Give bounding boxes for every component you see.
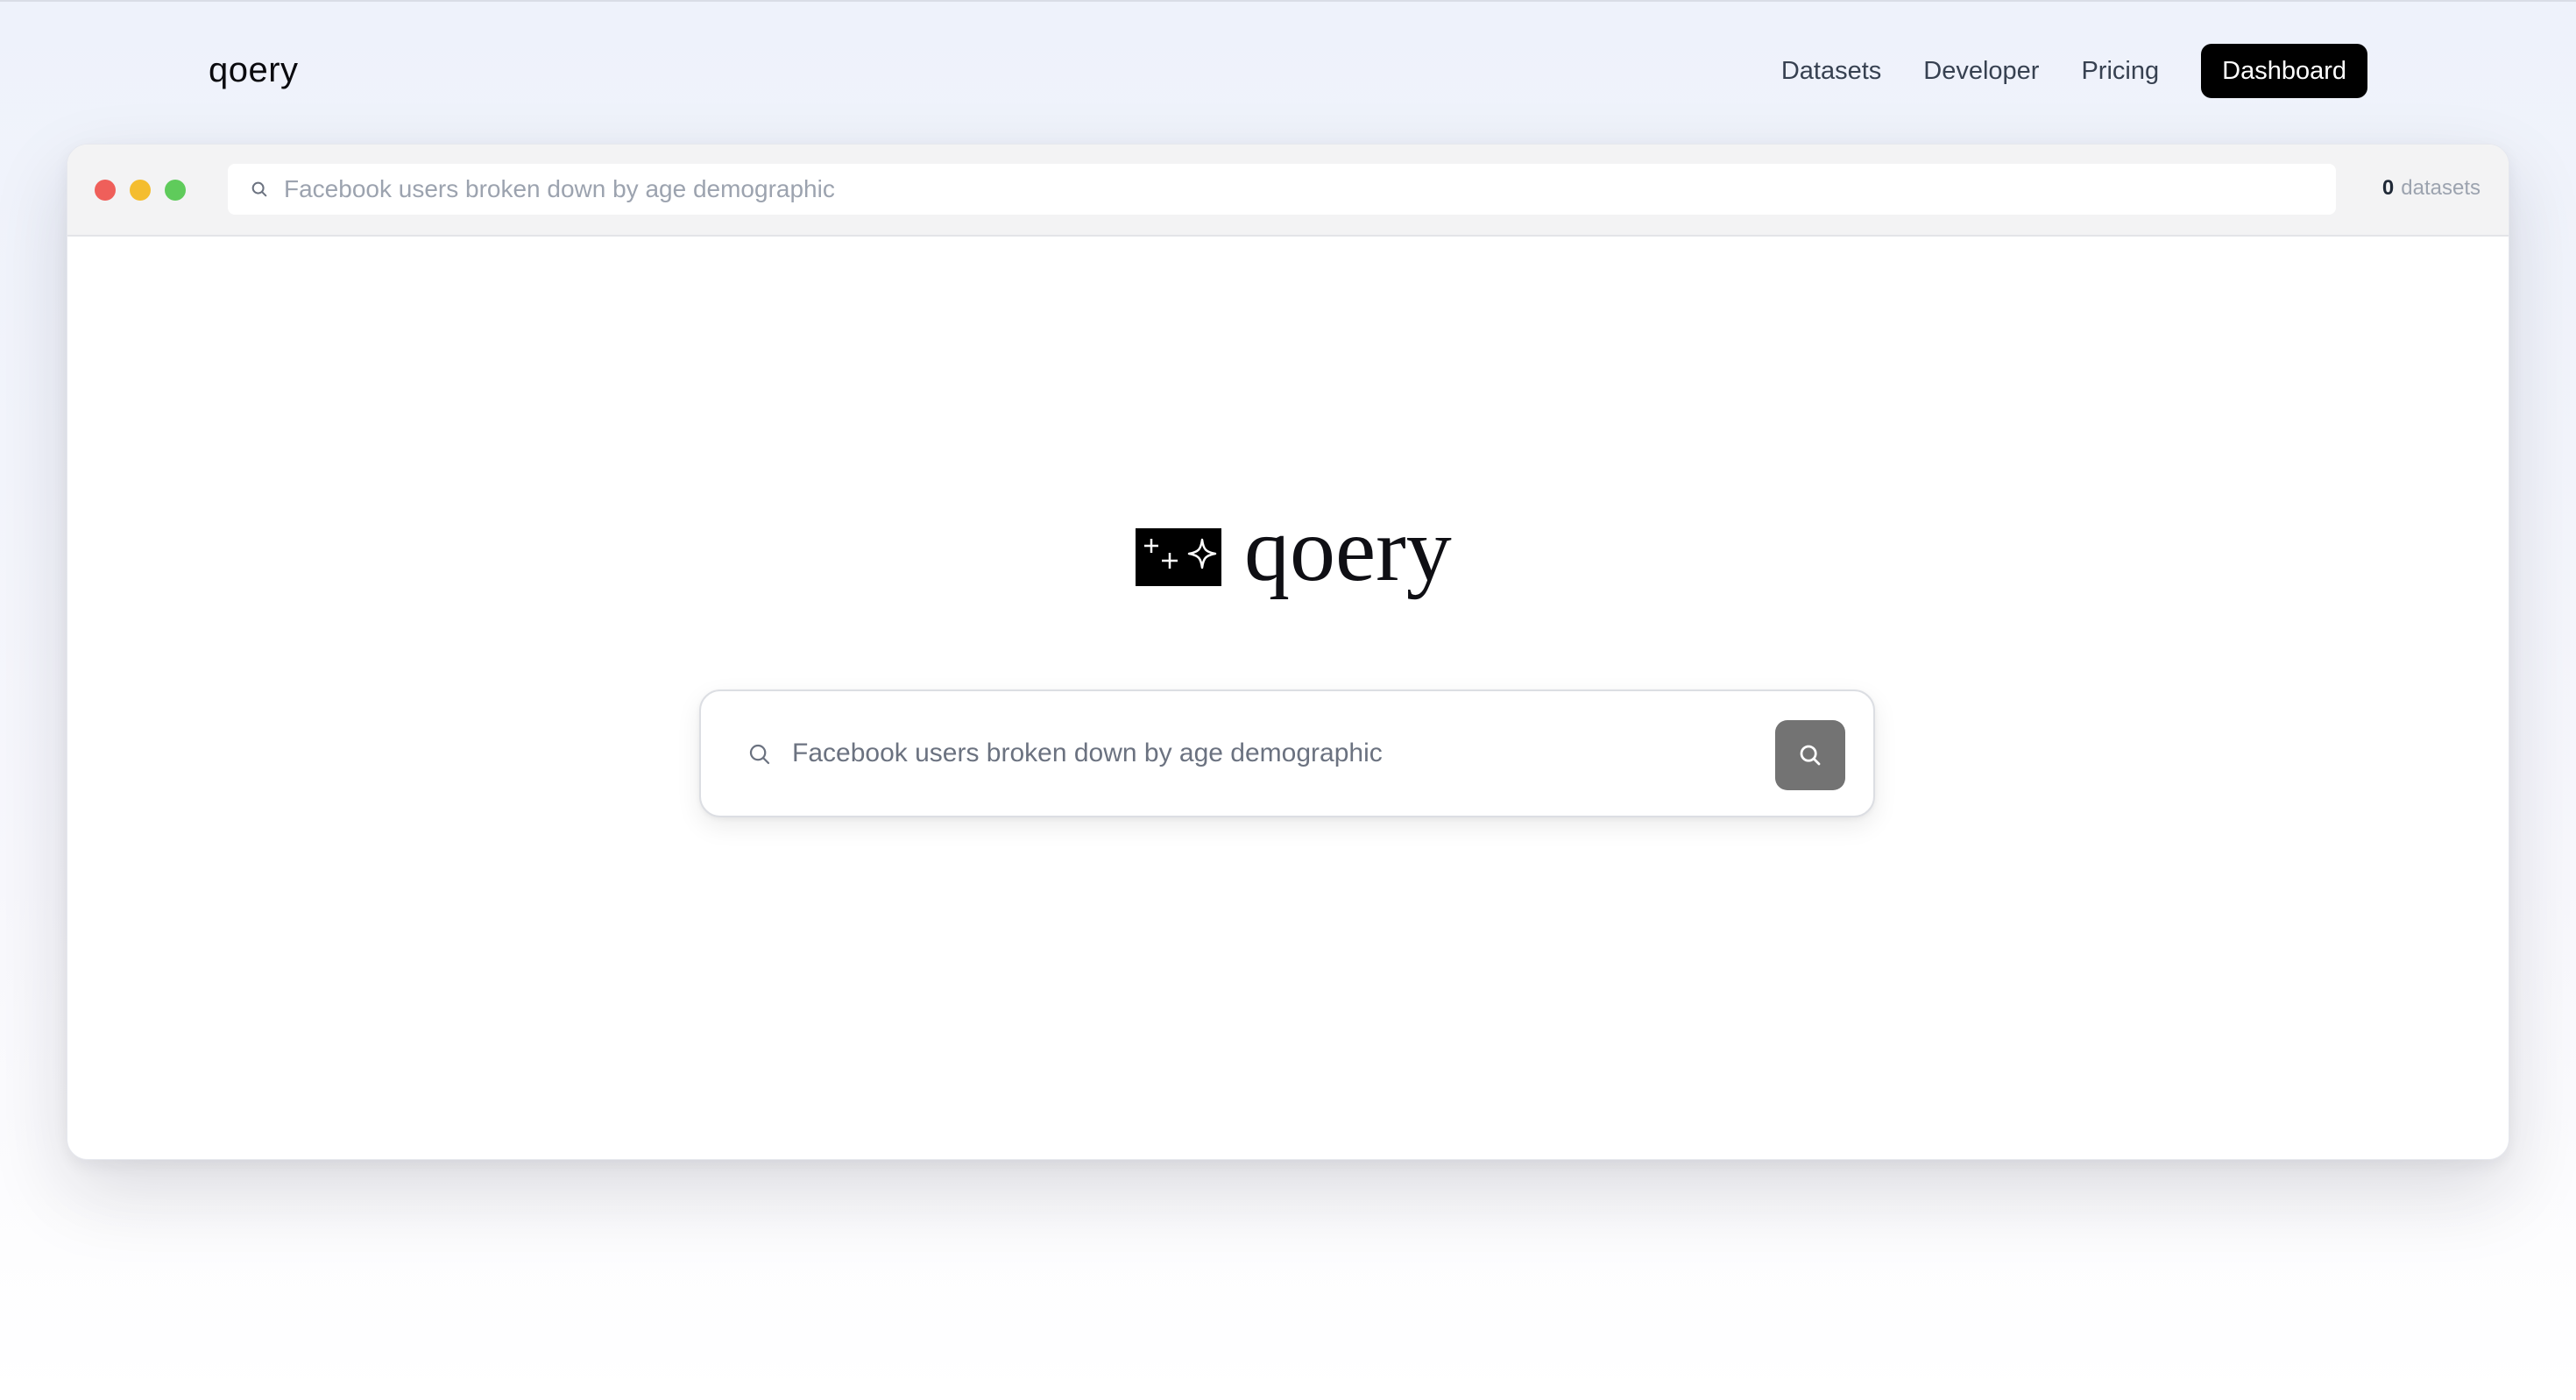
hero-logo: qoery	[1136, 505, 1452, 603]
search-icon	[1800, 745, 1821, 766]
browser-window: 0datasets	[67, 144, 2509, 1160]
nav-developer-link[interactable]: Developer	[1923, 57, 2039, 86]
dataset-count: 0 datasets	[2382, 176, 2480, 201]
maximize-window-dot[interactable]	[165, 180, 186, 201]
top-nav: Datasets Developer Pricing Dashboard	[1781, 44, 2367, 98]
main-search-box[interactable]	[699, 689, 1875, 817]
window-toolbar: 0datasets	[67, 145, 2509, 237]
search-icon	[249, 179, 270, 200]
minimize-window-dot[interactable]	[130, 180, 151, 201]
nav-pricing-link[interactable]: Pricing	[2081, 57, 2159, 86]
dataset-count-value: 0	[2381, 176, 2395, 200]
sparkles-icon	[1136, 528, 1221, 586]
address-search-input[interactable]	[284, 175, 2299, 203]
top-divider	[0, 0, 2576, 2]
hero-logo-wordmark: qoery	[1244, 499, 1452, 600]
search-icon	[747, 741, 773, 767]
dashboard-button[interactable]: Dashboard	[2201, 44, 2367, 98]
dataset-count-label: datasets	[2401, 176, 2480, 200]
close-window-dot[interactable]	[95, 180, 116, 201]
nav-datasets-link[interactable]: Datasets	[1781, 57, 1881, 86]
search-submit-button[interactable]	[1775, 720, 1845, 790]
address-search-bar[interactable]	[228, 164, 2336, 215]
brand-logo[interactable]: qoery	[209, 49, 299, 91]
main-search-input[interactable]	[792, 732, 1721, 775]
